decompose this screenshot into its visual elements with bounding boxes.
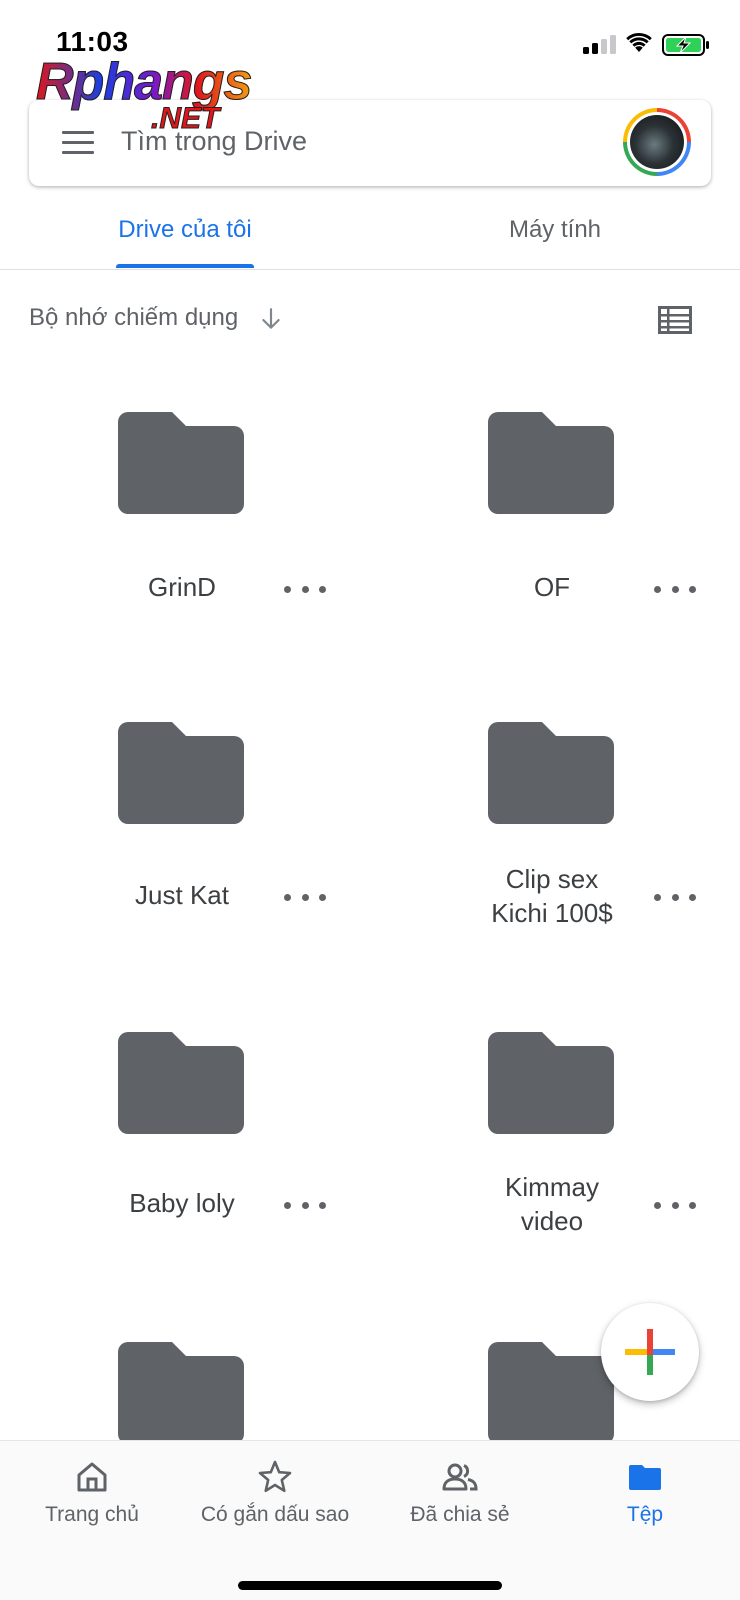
home-icon bbox=[77, 1462, 107, 1492]
folder-icon bbox=[488, 412, 614, 514]
more-options-button[interactable] bbox=[654, 885, 696, 909]
nav-item-starred[interactable]: Có gắn dấu sao bbox=[195, 1459, 355, 1539]
folder-card[interactable] bbox=[0, 1290, 370, 1440]
account-avatar[interactable] bbox=[623, 108, 691, 176]
drive-tabs: Drive của tôi Máy tính bbox=[0, 190, 740, 270]
cellular-signal-icon bbox=[583, 35, 617, 54]
watermark-sub-text: .NET bbox=[150, 102, 220, 136]
tab-computers[interactable]: Máy tính bbox=[470, 190, 640, 270]
folder-name: Kimmay video bbox=[505, 1172, 599, 1236]
people-icon bbox=[442, 1463, 478, 1491]
folder-grid: GrinD OF Just Kat Clip sex Kichi 100$ Ba… bbox=[0, 360, 740, 1440]
folder-name: OF bbox=[533, 572, 571, 602]
battery-charging-icon bbox=[662, 34, 709, 56]
nav-label-starred: Có gắn dấu sao bbox=[200, 1503, 350, 1526]
folder-card[interactable]: Baby loly bbox=[0, 980, 370, 1290]
nav-item-files[interactable]: Tệp bbox=[600, 1459, 690, 1539]
avatar-image bbox=[630, 115, 684, 169]
more-options-button[interactable] bbox=[654, 1193, 696, 1217]
folder-icon bbox=[629, 1465, 661, 1490]
folder-icon bbox=[118, 1032, 244, 1134]
more-options-button[interactable] bbox=[284, 577, 326, 601]
folder-card[interactable]: OF bbox=[370, 360, 740, 670]
star-icon bbox=[258, 1460, 292, 1493]
sort-label[interactable]: Bộ nhớ chiếm dụng bbox=[29, 304, 238, 332]
new-button[interactable] bbox=[601, 1303, 699, 1401]
folder-card[interactable]: Clip sex Kichi 100$ bbox=[370, 670, 740, 980]
folder-card[interactable]: Kimmay video bbox=[370, 980, 740, 1290]
tab-my-drive[interactable]: Drive của tôi bbox=[100, 190, 270, 270]
active-tab-indicator bbox=[116, 264, 254, 268]
folder-name: GrinD bbox=[148, 572, 216, 602]
more-options-button[interactable] bbox=[284, 885, 326, 909]
wifi-icon bbox=[626, 32, 652, 52]
nav-item-shared[interactable]: Đã chia sẻ bbox=[405, 1459, 515, 1539]
folder-card[interactable]: Just Kat bbox=[0, 670, 370, 980]
sort-row: Bộ nhớ chiếm dụng bbox=[0, 296, 740, 342]
folder-card[interactable]: GrinD bbox=[0, 360, 370, 670]
watermark-logo: Rphangs .NET bbox=[35, 52, 266, 142]
folder-icon bbox=[118, 412, 244, 514]
more-options-button[interactable] bbox=[654, 577, 696, 601]
folder-icon bbox=[118, 1342, 244, 1440]
plus-icon bbox=[625, 1329, 675, 1375]
folder-name: Baby loly bbox=[129, 1188, 235, 1218]
nav-label-home: Trang chủ bbox=[45, 1503, 139, 1526]
nav-label-shared: Đã chia sẻ bbox=[410, 1503, 510, 1526]
more-options-button[interactable] bbox=[284, 1193, 326, 1217]
bottom-navigation: Trang chủ Có gắn dấu sao Đã chia sẻ Tệp bbox=[0, 1440, 740, 1600]
folder-icon bbox=[118, 722, 244, 824]
home-indicator[interactable] bbox=[238, 1581, 502, 1590]
nav-item-home[interactable]: Trang chủ bbox=[40, 1459, 144, 1539]
folder-icon bbox=[488, 722, 614, 824]
folder-icon bbox=[488, 1032, 614, 1134]
folder-name: Just Kat bbox=[135, 880, 229, 910]
folder-name: Clip sex Kichi 100$ bbox=[491, 864, 613, 928]
arrow-down-icon[interactable] bbox=[258, 306, 284, 332]
nav-label-files: Tệp bbox=[626, 1503, 664, 1526]
list-view-icon[interactable] bbox=[658, 306, 692, 334]
folder-icon bbox=[488, 1342, 614, 1440]
